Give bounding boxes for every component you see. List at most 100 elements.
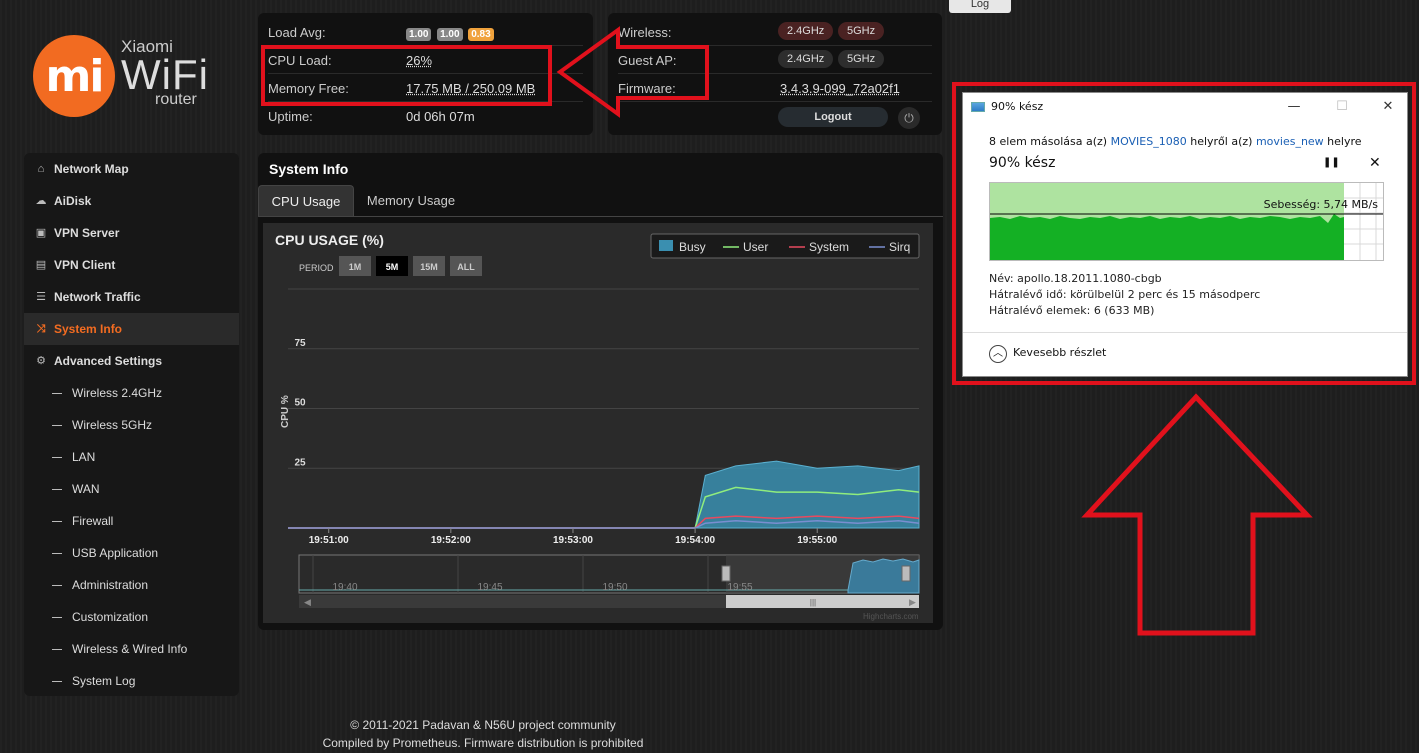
sidebar-item-vpn-client[interactable]: ▤ VPN Client	[24, 249, 239, 281]
status-panel-system: Load Avg: 1.00 1.00 0.83 CPU Load: 26% M…	[258, 13, 593, 135]
wireless-24-pill[interactable]: 2.4GHz	[778, 22, 834, 40]
sidebar-item-label: System Info	[54, 322, 123, 336]
scroll-left-icon[interactable]: ◀	[304, 597, 311, 607]
transfer-graph-svg: Sebesség: 5,74 MB/s	[990, 183, 1383, 260]
speed-area	[990, 214, 1344, 260]
period-label-1m: 1M	[349, 262, 362, 272]
power-icon[interactable]: ⏻	[898, 107, 920, 129]
guest-ap-row: Guest AP: 2.4GHz 5GHz	[618, 46, 932, 74]
legend-label-busy[interactable]: Busy	[679, 240, 706, 254]
period-buttons: 1M 5M 15M ALL	[339, 256, 482, 276]
cpu-load-row: CPU Load: 26%	[268, 46, 583, 74]
cpu-load-label: CPU Load:	[268, 53, 332, 68]
sidebar-item-network-map[interactable]: ⌂ Network Map	[24, 153, 239, 185]
tab-memory-usage[interactable]: Memory Usage	[358, 185, 464, 216]
sidebar-subitem-system-log[interactable]: System Log	[24, 665, 239, 697]
close-icon[interactable]: ✕	[1373, 97, 1403, 117]
footer: © 2011-2021 Padavan & N56U project commu…	[258, 716, 708, 752]
period-label-all: ALL	[457, 262, 475, 272]
copy-desc-post: helyre	[1323, 135, 1362, 148]
copy-progress-dialog: 90% kész — ☐ ✕ 8 elem másolása a(z) MOVI…	[962, 92, 1408, 377]
load-avg-5: 1.00	[437, 28, 463, 41]
sidebar-item-label: VPN Server	[54, 226, 120, 240]
navigator-left-handle[interactable]	[721, 565, 731, 582]
destination-link[interactable]: movies_new	[1256, 135, 1324, 148]
name-value: apollo.18.2011.1080-cbgb	[1017, 272, 1162, 285]
items-value: 6 (633 MB)	[1093, 304, 1155, 317]
sidebar-subitem-wireless-24[interactable]: Wireless 2.4GHz	[24, 377, 239, 409]
logo-mark: mi	[45, 51, 105, 102]
sidebar-subitem-wan[interactable]: WAN	[24, 473, 239, 505]
log-tab[interactable]: Log	[949, 0, 1011, 13]
dialog-divider	[963, 332, 1407, 333]
sidebar-item-vpn-server[interactable]: ▣ VPN Server	[24, 217, 239, 249]
load-avg-row: Load Avg: 1.00 1.00 0.83	[268, 18, 583, 46]
sysinfo-tabs: CPU Usage Memory Usage	[258, 185, 943, 217]
x-tick-label: 19:53:00	[553, 535, 593, 546]
cpu-chart-svg: CPU USAGE (%) PERIOD 1M 5M 15M ALL Busy User…	[275, 232, 920, 621]
sidebar-item-advanced-settings[interactable]: ⚙ Advanced Settings	[24, 345, 239, 377]
sidebar-subitem-wireless-wired-info[interactable]: Wireless & Wired Info	[24, 633, 239, 665]
sidebar-item-aidisk[interactable]: ☁ AiDisk	[24, 185, 239, 217]
tab-cpu-usage[interactable]: CPU Usage	[258, 185, 354, 216]
navigator-scrollbar-thumb[interactable]	[726, 595, 919, 608]
footer-copyright: © 2011-2021 Padavan & N56U project commu…	[350, 718, 616, 732]
sidebar-subitem-lan[interactable]: LAN	[24, 441, 239, 473]
navigator-tick-label: 19:45	[477, 582, 502, 593]
cancel-icon[interactable]: ✕	[1369, 155, 1381, 171]
navigator-right-handle[interactable]	[901, 565, 911, 582]
progress-text: 90% kész	[989, 155, 1056, 171]
pause-icon[interactable]: ❚❚	[1323, 157, 1340, 168]
chart-navigator[interactable]: 19:40 19:45 19:50 19:55 ◀ ▶ |||	[298, 554, 920, 608]
chart-credit: Highcharts.com	[863, 612, 919, 621]
sidebar-item-label: Advanced Settings	[54, 354, 163, 368]
sidebar-subitem-administration[interactable]: Administration	[24, 569, 239, 601]
memory-free-value[interactable]: 17.75 MB / 250.09 MB	[406, 81, 535, 96]
dialog-titlebar[interactable]: 90% kész — ☐ ✕	[963, 93, 1407, 121]
sidebar-subitem-customization[interactable]: Customization	[24, 601, 239, 633]
sidebar-subitem-wireless-5[interactable]: Wireless 5GHz	[24, 409, 239, 441]
y-tick-label: 25	[294, 457, 306, 468]
chart-legend: Busy User System Sirq	[650, 233, 920, 259]
logout-button[interactable]: Logout	[778, 107, 888, 127]
x-tick-label: 19:52:00	[431, 535, 471, 546]
time-value: körülbelül 2 perc és 15 másodperc	[1070, 288, 1261, 301]
sidebar-menu: ⌂ Network Map ☁ AiDisk ▣ VPN Server ▤ VPN Cl…	[24, 153, 239, 696]
sidebar-item-system-info[interactable]: ⤨ System Info	[24, 313, 239, 345]
minimize-icon[interactable]: —	[1279, 97, 1309, 117]
navigator-tick-label: 19:40	[332, 582, 357, 593]
uptime-row: Uptime: 0d 06h 07m	[268, 102, 583, 130]
sidebar-item-network-traffic[interactable]: ☰ Network Traffic	[24, 281, 239, 313]
guest-5-pill[interactable]: 5GHz	[838, 50, 885, 68]
scroll-right-icon[interactable]: ▶	[909, 597, 916, 607]
source-link[interactable]: MOVIES_1080	[1111, 135, 1187, 148]
items-label: Hátralévő elemek:	[989, 304, 1091, 317]
wireless-5-pill[interactable]: 5GHz	[838, 22, 885, 40]
sidebar-subitem-firewall[interactable]: Firewall	[24, 505, 239, 537]
list-icon: ☰	[36, 291, 46, 303]
y-tick-label: 75	[294, 338, 306, 349]
transfer-graph: Sebesség: 5,74 MB/s	[989, 182, 1384, 261]
period-label-15m: 15M	[420, 262, 438, 272]
copy-desc-mid: helyről a(z)	[1186, 135, 1256, 148]
copy-icon	[971, 102, 985, 112]
sidebar-subitem-usb-application[interactable]: USB Application	[24, 537, 239, 569]
less-details-link[interactable]: Kevesebb részlet	[1013, 346, 1106, 359]
guest-ap-label: Guest AP:	[618, 53, 677, 68]
legend-label-sirq[interactable]: Sirq	[889, 240, 910, 254]
guest-24-pill[interactable]: 2.4GHz	[778, 50, 834, 68]
navigator-tick-label: 19:50	[602, 582, 627, 593]
time-label: Hátralévő idő:	[989, 288, 1067, 301]
legend-label-user[interactable]: User	[743, 240, 768, 254]
chevron-up-icon[interactable]: ︿	[989, 345, 1007, 363]
memory-free-label: Memory Free:	[268, 81, 349, 96]
uptime-label: Uptime:	[268, 109, 313, 124]
gear-icon: ⚙	[36, 355, 46, 367]
x-tick-label: 19:54:00	[675, 535, 715, 546]
uptime-value: 0d 06h 07m	[406, 109, 475, 124]
firmware-value[interactable]: 3.4.3.9-099_72a02f1	[780, 81, 900, 96]
chart-title: CPU USAGE (%)	[275, 232, 384, 248]
x-tick-label: 19:51:00	[309, 535, 349, 546]
cpu-load-value[interactable]: 26%	[406, 53, 432, 68]
legend-label-system[interactable]: System	[809, 240, 849, 254]
